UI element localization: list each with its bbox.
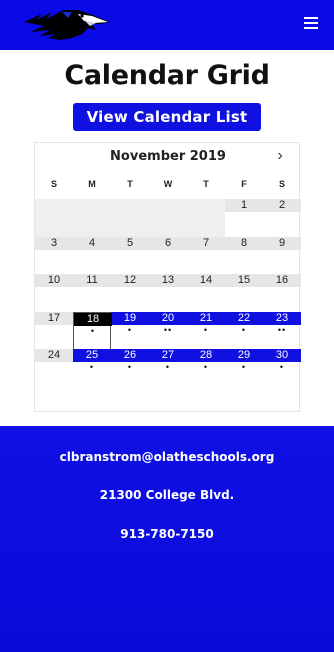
day-number: 7 — [202, 236, 210, 249]
calendar-day-12[interactable]: 12 — [111, 274, 149, 312]
calendar-day-empty — [149, 199, 187, 237]
event-dots: • — [203, 362, 209, 372]
view-calendar-list-button[interactable]: View Calendar List — [73, 103, 261, 131]
event-dots: • — [127, 324, 133, 335]
event-dots: •• — [163, 324, 173, 335]
weekday-label: F — [241, 179, 247, 189]
calendar-day-26[interactable]: 26 • — [111, 349, 149, 387]
calendar-day-empty — [73, 199, 111, 237]
calendar-day-empty — [111, 199, 149, 237]
calendar-day-8[interactable]: 8 — [225, 237, 263, 275]
calendar-day-24[interactable]: 24 — [35, 349, 73, 387]
calendar-day-28[interactable]: 28 • — [187, 349, 225, 387]
calendar-day-16[interactable]: 16 — [263, 274, 301, 312]
day-number: 20 — [161, 311, 175, 324]
weekday-label: T — [203, 179, 209, 189]
event-dots: • — [241, 362, 247, 372]
calendar-day-3[interactable]: 3 — [35, 237, 73, 275]
day-number: 10 — [47, 274, 61, 286]
footer-phone-link[interactable]: 913-780-7150 — [0, 527, 334, 541]
hamburger-menu-icon[interactable] — [304, 17, 318, 29]
calendar-day-7[interactable]: 7 — [187, 237, 225, 275]
month-label: November 2019 — [110, 149, 226, 164]
calendar-day-25[interactable]: 25 • — [73, 349, 111, 387]
weekday-label: T — [127, 179, 133, 189]
calendar-day-17[interactable]: 17 — [35, 312, 73, 350]
calendar-day-1[interactable]: 1 — [225, 199, 263, 237]
event-dots: • — [165, 362, 171, 372]
weekday-label: S — [50, 179, 57, 189]
top-bar — [0, 0, 334, 50]
calendar-day-30[interactable]: 30 • — [263, 349, 301, 387]
calendar-day-9[interactable]: 9 — [263, 237, 301, 275]
calendar-day-21[interactable]: 21 • — [187, 312, 225, 350]
day-number: 30 — [275, 349, 289, 361]
calendar-day-14[interactable]: 14 — [187, 274, 225, 312]
calendar-day-15[interactable]: 15 — [225, 274, 263, 312]
event-dots: • — [127, 362, 133, 372]
weekday-label: S — [278, 179, 285, 189]
event-dots: •• — [277, 324, 287, 335]
day-number: 14 — [199, 274, 213, 286]
calendar-day-23[interactable]: 23 •• — [263, 312, 301, 350]
raven-head-logo-icon[interactable] — [22, 4, 114, 44]
day-number: 24 — [47, 349, 61, 361]
calendar-day-22[interactable]: 22 • — [225, 312, 263, 350]
day-number: 28 — [199, 349, 213, 361]
event-dots: • — [241, 324, 247, 335]
calendar-day-18[interactable]: 18 • — [73, 311, 112, 350]
day-number: 4 — [88, 236, 96, 249]
calendar-day-5[interactable]: 5 — [111, 237, 149, 275]
day-number: 13 — [161, 274, 175, 286]
day-number: 6 — [164, 236, 172, 249]
calendar-day-27[interactable]: 27 • — [149, 349, 187, 387]
page-title: Calendar Grid — [64, 60, 270, 91]
day-number: 8 — [240, 236, 248, 249]
calendar-day-2[interactable]: 2 — [263, 199, 301, 237]
calendar-day-13[interactable]: 13 — [149, 274, 187, 312]
calendar-day-19[interactable]: 19 • — [111, 312, 149, 350]
next-month-icon[interactable]: › — [273, 147, 287, 165]
calendar-day-29[interactable]: 29 • — [225, 349, 263, 387]
calendar-grid: November 2019 › SMTWTFS 1 2 3 4 5 6 7 8 9 10 11 12 1… — [34, 142, 301, 412]
day-number: 19 — [123, 311, 137, 324]
day-number: 21 — [199, 311, 213, 324]
day-number: 11 — [86, 274, 98, 286]
event-dots: • — [89, 362, 95, 372]
day-number: 1 — [240, 199, 248, 211]
calendar-header: November 2019 › — [35, 147, 301, 171]
event-dots: • — [279, 362, 285, 372]
day-number: 18 — [74, 312, 112, 326]
weekday-label: W — [163, 179, 173, 189]
footer-address: 21300 College Blvd. — [99, 488, 235, 502]
day-number: 2 — [278, 199, 286, 211]
day-number: 27 — [161, 349, 175, 361]
calendar-day-6[interactable]: 6 — [149, 237, 187, 275]
event-dots: • — [90, 325, 96, 336]
day-number: 26 — [123, 349, 137, 361]
calendar-day-empty — [187, 199, 225, 237]
day-number: 5 — [126, 236, 134, 249]
day-number: 23 — [275, 311, 289, 324]
footer: clbranstrom@olatheschools.org 21300 Coll… — [0, 426, 334, 652]
calendar-day-4[interactable]: 4 — [73, 237, 111, 275]
day-number: 22 — [237, 311, 251, 324]
day-number: 9 — [278, 236, 286, 249]
calendar-day-20[interactable]: 20 •• — [149, 312, 187, 350]
event-dots: • — [203, 324, 209, 335]
day-number: 3 — [50, 236, 58, 249]
weekday-label: M — [88, 179, 96, 189]
day-number: 17 — [47, 311, 61, 324]
calendar-day-11[interactable]: 11 — [73, 274, 111, 312]
day-number: 15 — [237, 274, 251, 286]
day-number: 25 — [85, 349, 99, 361]
footer-email-link[interactable]: clbranstrom@olatheschools.org — [0, 450, 334, 464]
calendar-day-empty — [35, 199, 73, 237]
day-number: 12 — [123, 274, 137, 286]
calendar-day-10[interactable]: 10 — [35, 274, 73, 312]
day-number: 16 — [275, 274, 289, 286]
day-number: 29 — [237, 349, 251, 361]
